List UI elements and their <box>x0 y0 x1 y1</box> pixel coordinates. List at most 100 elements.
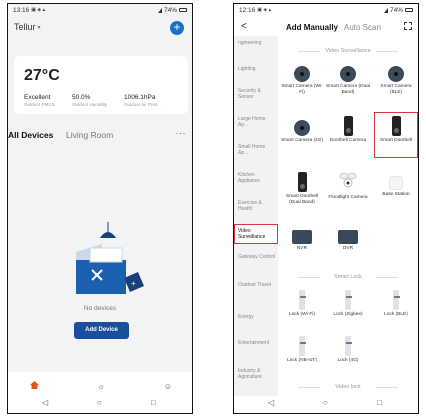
tab-living-room[interactable]: Living Room <box>66 130 113 140</box>
device-nvr[interactable]: NVR <box>280 230 324 252</box>
add-icon[interactable]: + <box>170 21 184 35</box>
camera-icon <box>340 66 356 82</box>
device-label: NVR <box>296 246 308 251</box>
category-sidebar: ngineering Lighting Security & Sensor La… <box>234 36 278 396</box>
battery-icon <box>405 8 413 12</box>
sidebar-item-entertainment[interactable]: Entertainment <box>238 340 276 346</box>
device-label: Smart Camera (4G) <box>280 138 324 143</box>
lock-icon <box>345 336 352 356</box>
home-circle-icon[interactable]: ○ <box>323 398 328 407</box>
device-label: Smart Doorbell <box>380 138 412 143</box>
user-icon: ☺ <box>163 382 173 391</box>
signal-icon <box>383 7 388 13</box>
device-label: Lock (4G) <box>337 358 359 363</box>
stat-label: Outdoor Air Pres... <box>124 102 162 107</box>
tab-add-manually[interactable]: Add Manually <box>286 23 338 32</box>
tab-all-devices[interactable]: All Devices <box>8 130 53 140</box>
camera-icon <box>294 66 310 82</box>
battery-icon <box>179 8 187 12</box>
add-device-button[interactable]: Add Device <box>74 322 129 339</box>
home-selector[interactable]: Tellur ▾ <box>14 22 41 32</box>
home-circle-icon[interactable]: ○ <box>97 398 102 407</box>
more-icon[interactable]: ··· <box>176 128 187 138</box>
sidebar-item-energy[interactable]: Energy <box>238 314 276 320</box>
status-time: 13:16 <box>13 6 30 14</box>
add-device-header: < Add Manually Auto Scan <box>234 18 418 36</box>
sun-icon: ☼ <box>97 382 105 391</box>
device-smart-camera-dual[interactable]: Smart Camera (Dual Band) <box>326 66 370 95</box>
device-label: Base Station <box>382 192 410 197</box>
doorbell-icon <box>343 116 353 136</box>
system-navigation: ◁ ○ □ <box>8 396 192 413</box>
device-label: Floodlight Camera <box>328 195 368 200</box>
sidebar-item-exercise[interactable]: Exercise & Health <box>238 200 276 212</box>
tab-auto-scan[interactable]: Auto Scan <box>344 23 381 32</box>
nvr-icon <box>292 230 312 244</box>
sidebar-item-large-home[interactable]: Large Home Ap... <box>238 116 276 128</box>
chevron-down-icon: ▾ <box>37 24 41 31</box>
device-smart-camera-ble[interactable]: Smart Camera (BLE) <box>374 66 418 95</box>
stat-label: Outdoor PM2.5 <box>24 102 55 107</box>
sidebar-item-engineering[interactable]: ngineering <box>238 40 276 46</box>
camera-icon <box>388 66 404 82</box>
back-icon[interactable]: < <box>241 21 247 32</box>
signal-icon <box>157 7 162 13</box>
device-label: Lock (Zigbee) <box>333 312 363 317</box>
weather-card: 27°C Excellent Outdoor PM2.5 50.0% Outdo… <box>14 56 188 114</box>
recents-square-icon[interactable]: □ <box>377 398 382 407</box>
device-floodlight-camera[interactable]: Floodlight Camera <box>326 172 370 201</box>
notification-icon: ▣ ◈ ▴ <box>257 7 272 13</box>
device-doorbell-camera[interactable]: Doorbell Camera <box>326 116 370 144</box>
dvr-icon <box>338 230 358 244</box>
weather-stat-pressure: 1006.1hPa Outdoor Air Pres... <box>124 94 161 107</box>
temperature: 27°C <box>24 67 60 84</box>
device-lock-zigbee[interactable]: Lock (Zigbee) <box>326 290 370 318</box>
device-smart-camera-wifi[interactable]: Smart Camera (Wi-Fi) <box>280 66 324 95</box>
sidebar-item-outdoor[interactable]: Outdoor Travel <box>238 282 276 288</box>
device-base-station[interactable]: Base Station <box>374 176 418 198</box>
sidebar-item-lighting[interactable]: Lighting <box>238 66 276 72</box>
floodlight-icon <box>339 172 357 188</box>
device-dvr[interactable]: DVR <box>326 230 370 252</box>
sidebar-item-gateway[interactable]: Gateway Control <box>238 254 276 260</box>
device-label: Lock (BLE) <box>384 312 408 317</box>
status-battery: 74% <box>163 6 177 14</box>
back-triangle-icon[interactable]: ◁ <box>268 398 274 407</box>
device-label: Doorbell Camera <box>329 138 367 143</box>
add-device-screen: 12:16 ▣ ◈ ▴ 74% < Add Manually Auto Scan … <box>233 3 419 414</box>
device-lock-wifi[interactable]: Lock (Wi-Fi) <box>280 290 324 318</box>
device-label: Smart Camera (BLE) <box>380 84 412 95</box>
lock-icon <box>299 336 306 356</box>
device-label: DVR <box>342 246 354 251</box>
screenshot-stage: 13:16 ▣ ◈ ▴ 74% Tellur ▾ + 27°C Excellent… <box>0 0 426 417</box>
sidebar-item-industry[interactable]: Industry & Agriculture <box>238 368 276 380</box>
status-time: 12:16 <box>239 6 256 14</box>
device-label: Smart Camera (Dual Band) <box>326 84 370 95</box>
sidebar-item-video-surveillance[interactable]: Video Surveillance <box>234 224 278 244</box>
device-label: Lock (NB-IoT) <box>287 358 317 363</box>
doorbell-icon <box>297 172 307 192</box>
device-lock-4g[interactable]: Lock (4G) <box>326 336 370 364</box>
svg-text:+: + <box>131 279 136 288</box>
camera-icon <box>294 120 310 136</box>
home-icon <box>29 381 39 389</box>
device-smart-doorbell-dual[interactable]: Smart Doorbell (Dual Band) <box>280 172 324 205</box>
lock-icon <box>345 290 352 310</box>
home-name: Tellur <box>14 22 36 32</box>
section-video-surveillance: Video Surveillance <box>278 48 418 54</box>
section-video-lock: Video lock <box>278 384 418 390</box>
empty-folder-illustration: + <box>76 222 144 294</box>
device-lock-nbiot[interactable]: Lock (NB-IoT) <box>280 336 324 364</box>
notification-icon: ▣ ◈ ▴ <box>31 7 46 13</box>
device-lock-ble[interactable]: Lock (BLE) <box>374 290 418 318</box>
status-bar: 13:16 ▣ ◈ ▴ 74% <box>8 4 192 16</box>
recents-square-icon[interactable]: □ <box>151 398 156 407</box>
device-smart-camera-4g[interactable]: Smart Camera (4G) <box>280 120 324 144</box>
lock-icon <box>393 290 400 310</box>
sidebar-item-security[interactable]: Security & Sensor <box>238 88 276 100</box>
scan-icon[interactable] <box>404 22 412 30</box>
sidebar-item-small-home[interactable]: Small Home Ap... <box>238 144 276 156</box>
sidebar-item-kitchen[interactable]: Kitchen Appliance <box>238 172 276 184</box>
back-triangle-icon[interactable]: ◁ <box>42 398 48 407</box>
device-smart-doorbell[interactable]: Smart Doorbell <box>374 116 418 144</box>
